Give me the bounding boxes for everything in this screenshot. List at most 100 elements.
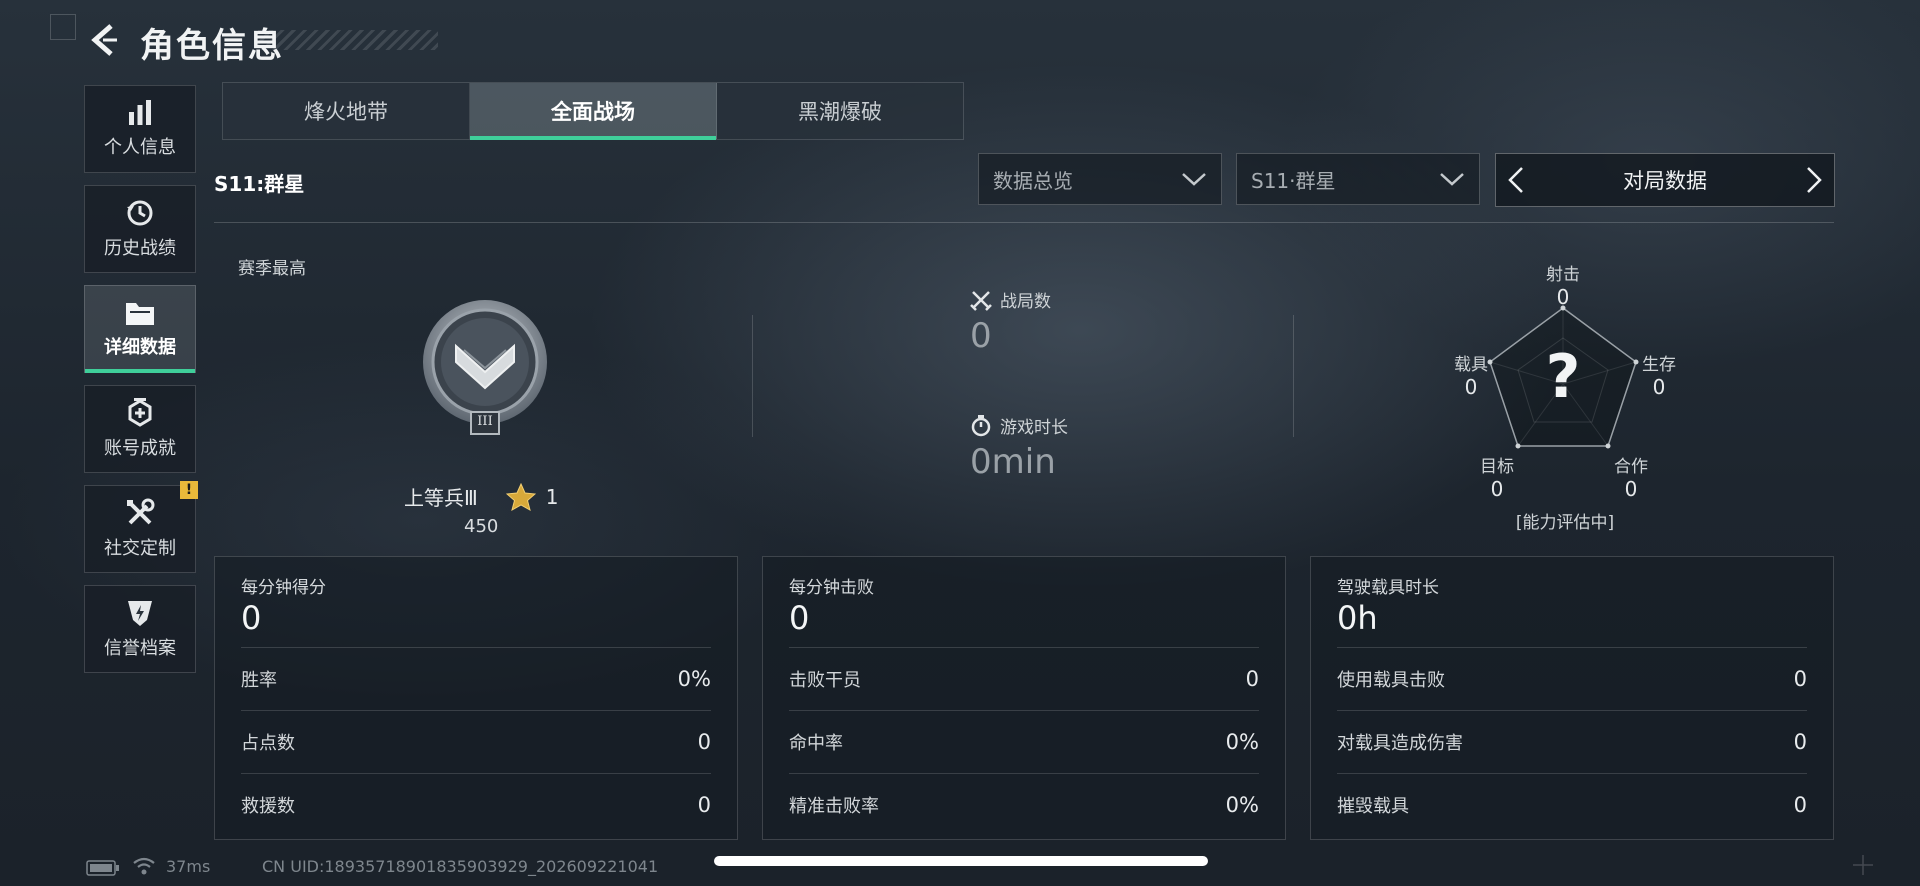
vehicle-panel: 驾驶载具时长 0h 使用载具击败 0 对载具造成伤害 0 摧毁载具 0 xyxy=(1310,556,1834,840)
vertical-divider xyxy=(752,315,753,437)
score-panel: 每分钟得分 0 胜率 0% 占点数 0 救援数 0 xyxy=(214,556,738,840)
back-button[interactable] xyxy=(86,22,122,58)
radar-axis-cooperation: 合作 0 xyxy=(1600,452,1662,501)
shield-lightning-icon xyxy=(128,601,152,626)
matches-value: 0 xyxy=(970,316,992,356)
season-best-label: 赛季最高 xyxy=(238,259,306,279)
kills-panel: 每分钟击败 0 击败干员 0 命中率 0% 精准击败率 0% xyxy=(762,556,1286,840)
stat-value: 0 xyxy=(1793,667,1807,691)
wifi-icon xyxy=(133,857,155,875)
bar-chart-icon xyxy=(129,100,151,125)
rank-stars: 1 xyxy=(545,484,559,509)
home-indicator[interactable] xyxy=(714,856,1208,866)
radar-unknown-symbol: ? xyxy=(1545,342,1581,412)
data-type-label: 对局数据 xyxy=(1623,169,1707,193)
sidebar-item-achievements[interactable]: 账号成就 xyxy=(84,385,196,473)
sidebar-item-reputation[interactable]: 信誉档案 xyxy=(84,585,196,673)
radar-axis-value: 0 xyxy=(1624,477,1638,501)
matches-label-row: 战局数 xyxy=(970,287,1051,312)
history-icon xyxy=(127,200,153,226)
title-decoration xyxy=(258,30,438,50)
rank-name: 上等兵Ⅲ xyxy=(404,486,478,510)
panel-header: 驾驶载具时长 xyxy=(1337,578,1439,598)
season-dropdown[interactable]: S11·群星 xyxy=(1236,153,1480,205)
stat-row: 救援数 0 xyxy=(241,773,711,836)
data-type-switcher: 对局数据 xyxy=(1495,153,1835,207)
sidebar-item-label: 详细数据 xyxy=(104,337,176,358)
matches-label: 战局数 xyxy=(1000,292,1051,312)
vertical-divider xyxy=(1293,315,1294,437)
ability-status: [能力评估中] xyxy=(1515,513,1615,533)
radar-axis-value: 0 xyxy=(1556,285,1570,309)
chevron-down-icon xyxy=(1182,173,1206,186)
tab-all-out-warfare[interactable]: 全面战场 xyxy=(470,83,717,140)
stat-row: 对载具造成伤害 0 xyxy=(1337,710,1807,773)
stat-value: 0% xyxy=(1225,730,1259,754)
radar-axis-value: 0 xyxy=(1652,375,1666,399)
sidebar-item-label: 账号成就 xyxy=(104,438,176,459)
radar-axis-label: 载具 xyxy=(1454,355,1488,375)
sidebar-item-label: 个人信息 xyxy=(104,137,176,158)
crossed-swords-icon xyxy=(970,290,992,311)
stopwatch-icon xyxy=(971,414,991,436)
ping-text: 37ms xyxy=(166,857,211,876)
panel-value: 0 xyxy=(241,599,262,637)
radar-axis-label: 合作 xyxy=(1614,457,1648,477)
stat-row: 命中率 0% xyxy=(789,710,1259,773)
page-title: 角色信息 xyxy=(140,26,284,66)
tools-icon xyxy=(127,498,155,525)
rank-score: 450 xyxy=(464,516,499,537)
rank-tier-numeral: III xyxy=(477,414,493,429)
radar-axis-vehicle: 载具 0 xyxy=(1440,350,1502,399)
stat-label: 命中率 xyxy=(789,733,843,754)
panel-value: 0 xyxy=(789,599,810,637)
chevron-down-icon xyxy=(1440,173,1464,186)
tab-beacon-zone[interactable]: 烽火地带 xyxy=(223,83,470,139)
sidebar-item-detailed-data[interactable]: 详细数据 xyxy=(84,285,196,373)
stat-row: 使用载具击败 0 xyxy=(1337,647,1807,710)
radar-axis-objective: 目标 0 xyxy=(1466,452,1528,501)
stat-row: 击败干员 0 xyxy=(789,647,1259,710)
data-overview-dropdown[interactable]: 数据总览 xyxy=(978,153,1222,205)
stat-row: 精准击败率 0% xyxy=(789,773,1259,836)
stat-label: 对载具造成伤害 xyxy=(1337,733,1463,754)
radar-axis-value: 0 xyxy=(1464,375,1478,399)
folder-icon xyxy=(126,303,154,325)
stat-label: 胜率 xyxy=(241,670,277,691)
stat-row: 摧毁载具 0 xyxy=(1337,773,1807,836)
stat-label: 精准击败率 xyxy=(789,796,879,817)
panel-value: 0h xyxy=(1337,599,1378,637)
radar-axis-survival: 生存 0 xyxy=(1628,350,1690,399)
dropdown-value: 数据总览 xyxy=(993,168,1073,193)
battery-icon xyxy=(86,860,119,876)
panel-header: 每分钟击败 xyxy=(789,578,874,598)
dropdown-value: S11·群星 xyxy=(1251,168,1336,193)
radar-axis-value: 0 xyxy=(1490,477,1504,501)
tab-black-tide[interactable]: 黑潮爆破 xyxy=(717,83,963,139)
sidebar-item-social-custom[interactable]: 社交定制 ! xyxy=(84,481,198,573)
season-title: S11:群星 xyxy=(214,172,305,196)
warning-badge: ! xyxy=(180,481,198,499)
stat-label: 使用载具击败 xyxy=(1337,670,1445,691)
time-label: 游戏时长 xyxy=(1000,418,1068,438)
crosshair-icon xyxy=(1853,855,1873,875)
radar-axis-shooting: 射击 0 xyxy=(1532,260,1594,309)
uid-text: CN UID:1893571890183590392​9_20260922104… xyxy=(262,857,659,876)
time-value: 0min xyxy=(970,442,1056,482)
radar-axis-label: 射击 xyxy=(1546,265,1580,285)
stat-value: 0 xyxy=(1793,730,1807,754)
section-divider xyxy=(214,222,1834,223)
achievement-icon xyxy=(128,398,152,427)
stat-label: 占点数 xyxy=(241,733,295,754)
sidebar-item-personal-info[interactable]: 个人信息 xyxy=(84,85,196,173)
sidebar-item-history[interactable]: 历史战绩 xyxy=(84,185,196,273)
radar-axis-label: 目标 xyxy=(1480,457,1514,477)
rank-info: 上等兵Ⅲ 1 xyxy=(404,482,559,511)
chevron-left-icon[interactable] xyxy=(1506,165,1526,195)
sidebar-item-label: 社交定制 xyxy=(104,538,176,559)
stat-value: 0 xyxy=(1245,667,1259,691)
stat-value: 0 xyxy=(697,730,711,754)
chevron-right-icon[interactable] xyxy=(1804,165,1824,195)
stat-value: 0% xyxy=(1225,793,1259,817)
window-corner-box xyxy=(50,14,76,40)
